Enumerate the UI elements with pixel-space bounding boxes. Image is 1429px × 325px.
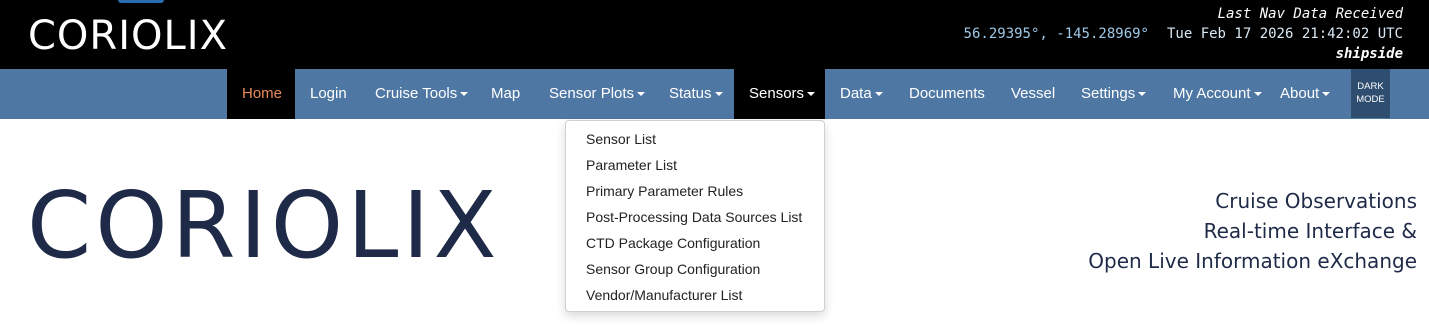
top-header: CORIOLIX Last Nav Data Received 56.29395… bbox=[0, 0, 1429, 69]
chevron-down-icon bbox=[460, 92, 469, 97]
nav-status-label: Status bbox=[669, 85, 712, 102]
chevron-down-icon bbox=[714, 92, 723, 97]
menu-item-ctd-package-config[interactable]: CTD Package Configuration bbox=[566, 230, 824, 256]
nav-timestamp: Tue Feb 17 2026 21:42:02 UTC bbox=[1166, 26, 1403, 42]
nav-cruise-tools[interactable]: Cruise Tools bbox=[360, 69, 476, 119]
dark-mode-label-1: DARK bbox=[1357, 81, 1384, 92]
tagline-line-1: Cruise Observations bbox=[1215, 189, 1417, 213]
nav-settings[interactable]: Settings bbox=[1066, 69, 1158, 119]
nav-vessel-label: Vessel bbox=[1011, 85, 1056, 102]
menu-item-sensor-list[interactable]: Sensor List bbox=[566, 126, 824, 152]
nav-map[interactable]: Map bbox=[476, 69, 534, 119]
nav-mode: shipside bbox=[1335, 46, 1403, 62]
tagline-line-2: Real-time Interface & bbox=[1203, 219, 1417, 243]
chevron-down-icon bbox=[1138, 92, 1147, 97]
brand-logo[interactable]: CORIOLIX bbox=[28, 14, 228, 58]
chevron-down-icon bbox=[807, 92, 816, 97]
tagline-line-3: Open Live Information eXchange bbox=[1088, 249, 1417, 273]
nav-sensor-plots-label: Sensor Plots bbox=[549, 85, 635, 102]
dark-mode-label-2: MODE bbox=[1356, 94, 1385, 105]
nav-map-label: Map bbox=[491, 85, 521, 102]
nav-my-account-label: My Account bbox=[1173, 85, 1251, 102]
nav-sensors-label: Sensors bbox=[749, 85, 805, 102]
nav-home-label: Home bbox=[242, 85, 283, 102]
menu-item-parameter-list[interactable]: Parameter List bbox=[566, 152, 824, 178]
nav-data[interactable]: Data bbox=[825, 69, 894, 119]
nav-my-account[interactable]: My Account bbox=[1158, 69, 1265, 119]
menu-item-primary-parameter-rules[interactable]: Primary Parameter Rules bbox=[566, 178, 824, 204]
chevron-down-icon bbox=[637, 92, 646, 97]
nav-sensor-plots[interactable]: Sensor Plots bbox=[534, 69, 654, 119]
chevron-down-icon bbox=[1322, 92, 1331, 97]
nav-data-title: Last Nav Data Received bbox=[1217, 6, 1403, 22]
menu-item-sensor-group-config[interactable]: Sensor Group Configuration bbox=[566, 256, 824, 282]
nav-documents[interactable]: Documents bbox=[894, 69, 996, 119]
hero-logo: CORIOLIX bbox=[27, 172, 501, 279]
dark-mode-toggle[interactable]: DARK MODE bbox=[1351, 69, 1390, 118]
menu-item-vendor-list[interactable]: Vendor/Manufacturer List bbox=[566, 282, 824, 308]
nav-vessel[interactable]: Vessel bbox=[996, 69, 1066, 119]
nav-data-label: Data bbox=[840, 85, 872, 102]
nav-home[interactable]: Home bbox=[227, 69, 295, 119]
chevron-down-icon bbox=[874, 92, 883, 97]
nav-about-label: About bbox=[1280, 85, 1320, 102]
menu-item-post-processing-sources[interactable]: Post-Processing Data Sources List bbox=[566, 204, 824, 230]
nav-cruise-tools-label: Cruise Tools bbox=[375, 85, 458, 102]
nav-coordinates: 56.29395°, -145.28969° bbox=[963, 26, 1149, 42]
sensors-dropdown-menu: Sensor List Parameter List Primary Param… bbox=[565, 120, 825, 312]
hero-tagline: Cruise Observations Real-time Interface … bbox=[1088, 186, 1417, 276]
nav-data-panel: Last Nav Data Received 56.29395°, -145.2… bbox=[964, 4, 1403, 64]
nav-documents-label: Documents bbox=[909, 85, 985, 102]
nav-status[interactable]: Status bbox=[654, 69, 734, 119]
main-navbar: Home Login Cruise Tools Map Sensor Plots… bbox=[0, 69, 1429, 119]
chevron-down-icon bbox=[1253, 92, 1262, 97]
nav-settings-label: Settings bbox=[1081, 85, 1136, 102]
brand-accent bbox=[118, 0, 164, 3]
nav-login-label: Login bbox=[310, 85, 347, 102]
nav-login[interactable]: Login bbox=[295, 69, 360, 119]
nav-sensors[interactable]: Sensors bbox=[734, 69, 825, 119]
nav-about[interactable]: About bbox=[1265, 69, 1351, 119]
